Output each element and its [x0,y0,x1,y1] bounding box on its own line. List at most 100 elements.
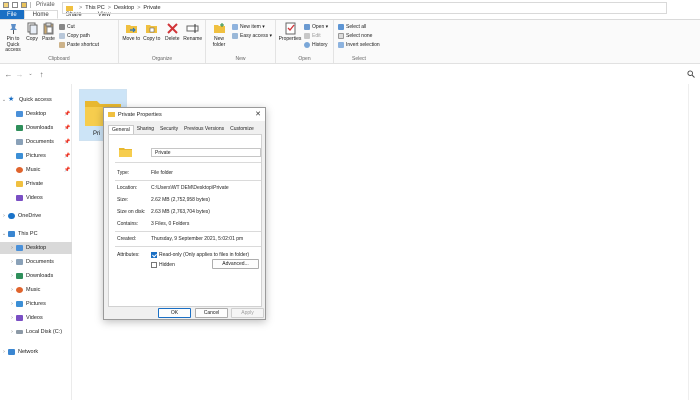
readonly-checkbox[interactable] [151,252,157,258]
move-to-label: Move to [122,36,141,42]
chevron-right-icon[interactable]: › [8,287,16,293]
delete-label: Delete [165,36,180,42]
tab-customize[interactable]: Customize [227,125,257,134]
cut-button[interactable]: Cut [59,22,99,31]
size-on-disk-label: Size on disk: [117,209,146,215]
folder-name-input[interactable]: Private [151,148,261,157]
type-label: Type: [117,170,130,176]
chevron-right-icon[interactable]: › [8,301,16,307]
properties-label: Properties [278,36,302,42]
breadcrumb-private[interactable]: Private [143,5,160,11]
invert-selection-button[interactable]: Invert selection [338,40,380,49]
ribbon: Pin to Quick access Copy Paste Cut Copy … [0,20,700,64]
new-folder-qa-icon[interactable] [21,2,27,8]
breadcrumb-this-pc[interactable]: This PC [85,5,105,11]
breadcrumb-separator: > [107,5,111,11]
history-button[interactable]: History [304,40,328,49]
tab-home[interactable]: Home [23,10,58,19]
pane-divider [688,84,689,400]
nav-quick-desktop[interactable]: Desktop 📌 [0,108,72,120]
recent-locations-icon[interactable]: ⌄ [25,71,36,77]
advanced-button[interactable]: Advanced... [212,259,259,269]
back-icon[interactable]: ← [3,70,14,79]
created-value: Thursday, 9 September 2021, 5:02:01 pm [151,236,244,242]
new-item-button[interactable]: New item ▾ [232,22,272,31]
hidden-checkbox[interactable] [151,262,157,268]
nav-pc-desktop[interactable]: › Desktop [0,242,72,254]
nav-label: Desktop [26,245,47,251]
easy-access-button[interactable]: Easy access ▾ [232,31,272,40]
copy-path-button[interactable]: Copy path [59,31,99,40]
nav-pc-music[interactable]: › Music [0,284,72,296]
nav-pc-pictures[interactable]: › Pictures [0,298,72,310]
nav-quick-downloads[interactable]: Downloads 📌 [0,122,72,134]
nav-pc-videos[interactable]: › Videos [0,312,72,324]
cancel-button[interactable]: Cancel [195,308,228,318]
select-all-button[interactable]: Select all [338,22,380,31]
nav-quick-videos[interactable]: Videos [0,192,72,204]
easy-access-icon [232,32,238,39]
chevron-right-icon[interactable]: › [0,349,8,355]
music-icon [16,287,23,293]
tab-file[interactable]: File [0,10,24,19]
nav-quick-pictures[interactable]: Pictures 📌 [0,150,72,162]
chevron-right-icon[interactable]: › [8,273,16,279]
edit-icon [304,32,310,39]
chevron-down-icon[interactable]: ⌄ [0,231,8,237]
apply-button[interactable]: Apply [231,308,264,318]
search-icon[interactable] [683,66,699,82]
paste-shortcut-label: Paste shortcut [67,41,99,48]
pin-icon: 📌 [64,167,71,173]
drive-icon [16,330,23,334]
open-button[interactable]: Open ▾ [304,22,328,31]
paste-shortcut-button[interactable]: Paste shortcut [59,40,99,49]
up-icon[interactable]: ↑ [36,70,47,79]
dialog-title-bar[interactable]: Private Properties ✕ [104,108,265,121]
edit-label: Edit [312,32,321,39]
nav-quick-access[interactable]: ⌄ ★ Quick access [0,94,72,106]
chevron-down-icon[interactable]: ⌄ [0,97,8,103]
breadcrumb-desktop[interactable]: Desktop [114,5,134,11]
network-icon [8,349,15,355]
tab-previous-versions[interactable]: Previous Versions [181,125,227,134]
nav-label: Documents [26,139,54,145]
nav-quick-music[interactable]: Music 📌 [0,164,72,176]
nav-local-disk[interactable]: › Local Disk (C:) [0,326,72,338]
paste-icon [43,22,54,35]
window-title: Private [36,2,55,8]
select-group-label: Select [352,56,366,62]
chevron-right-icon[interactable]: › [8,245,16,251]
breadcrumb-separator: > [137,5,141,11]
tab-sharing[interactable]: Sharing [134,125,157,134]
easy-access-dropdown-icon: ▾ [268,32,272,39]
nav-quick-documents[interactable]: Documents 📌 [0,136,72,148]
chevron-right-icon[interactable]: › [8,329,16,335]
forward-icon[interactable]: → [14,70,25,79]
created-label: Created: [117,236,137,242]
nav-this-pc[interactable]: ⌄ This PC [0,228,72,240]
nav-label: Private [26,181,44,187]
chevron-right-icon[interactable]: › [0,213,8,219]
chevron-right-icon[interactable]: › [8,315,16,321]
documents-icon [16,259,23,265]
select-none-button[interactable]: Select none [338,31,380,40]
folder-icon [119,148,132,157]
address-bar[interactable]: > This PC > Desktop > Private [62,2,667,14]
tab-security[interactable]: Security [157,125,181,134]
nav-pc-downloads[interactable]: › Downloads [0,270,72,282]
nav-quick-private[interactable]: Private [0,178,72,190]
close-icon[interactable]: ✕ [255,108,261,121]
nav-onedrive[interactable]: › OneDrive [0,210,72,222]
nav-pc-documents[interactable]: › Documents [0,256,72,268]
nav-network[interactable]: › Network [0,346,72,358]
chevron-right-icon[interactable]: › [8,259,16,265]
organize-group-label: Organize [151,56,173,62]
copy-path-label: Copy path [67,32,90,39]
readonly-label[interactable]: Read-only (Only applies to files in fold… [159,252,249,258]
scissors-icon [59,23,65,30]
edit-button[interactable]: Edit [304,31,328,40]
copy-icon [27,22,37,35]
ok-button[interactable]: OK [158,308,191,318]
properties-qa-icon[interactable] [12,2,18,8]
hidden-label[interactable]: Hidden [159,262,175,268]
